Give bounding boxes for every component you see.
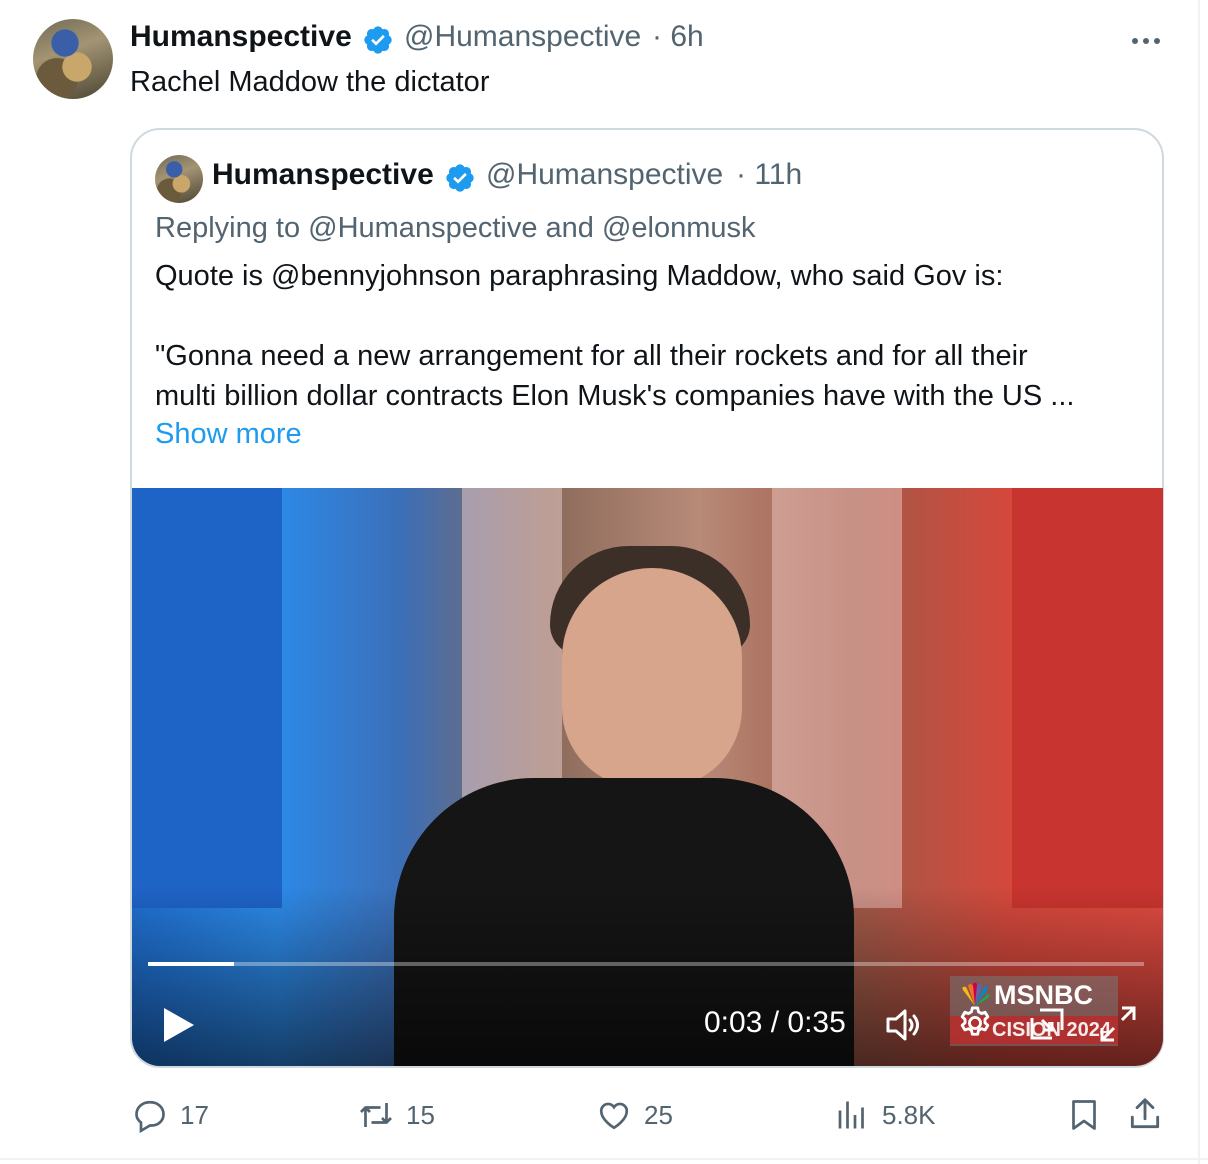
views-button[interactable]: 5.8K xyxy=(834,1095,936,1135)
show-more-link[interactable]: Show more xyxy=(155,418,302,451)
divider-bottom xyxy=(0,1158,1208,1160)
video-player[interactable]: MSNBC CISION 2024 0:03 / 0:35 xyxy=(132,488,1163,1066)
backdrop-panel xyxy=(1012,488,1163,908)
quoted-text-line-2: "Gonna need a new arrangement for all th… xyxy=(155,340,1028,372)
repost-count: 15 xyxy=(406,1099,435,1130)
tweet-text: Rachel Maddow the dictator xyxy=(130,66,490,98)
tweet-timestamp[interactable]: · 6h xyxy=(652,20,704,54)
video-progress-track[interactable] xyxy=(148,962,1144,966)
author-avatar[interactable] xyxy=(33,19,113,99)
heart-icon xyxy=(599,1102,629,1130)
reply-count: 17 xyxy=(180,1099,209,1130)
quoted-author-handle: @Humanspective xyxy=(486,158,724,191)
repost-button[interactable]: 15 xyxy=(358,1095,435,1135)
quoted-timestamp: · 11h xyxy=(736,158,803,191)
replying-to-line: Replying to @Humanspective and @elonmusk xyxy=(155,212,756,244)
views-count: 5.8K xyxy=(882,1099,936,1130)
author-handle[interactable]: @Humanspective xyxy=(404,20,641,54)
quoted-author-name: Humanspective xyxy=(212,158,434,191)
bookmark-icon[interactable] xyxy=(1066,1096,1102,1134)
repost-icon xyxy=(360,1103,392,1127)
like-count: 25 xyxy=(644,1099,673,1130)
fullscreen-expand-icon[interactable] xyxy=(1098,1004,1138,1044)
settings-gear-icon[interactable] xyxy=(956,1004,994,1042)
volume-icon[interactable] xyxy=(884,1006,924,1044)
share-icon[interactable] xyxy=(1126,1094,1164,1134)
reply-icon xyxy=(135,1100,165,1133)
picture-in-picture-icon[interactable] xyxy=(1028,1006,1066,1042)
quoted-author-avatar xyxy=(155,155,203,203)
more-options-icon[interactable] xyxy=(1128,30,1164,52)
play-icon[interactable] xyxy=(162,1006,196,1044)
video-time-display: 0:03 / 0:35 xyxy=(704,1006,846,1039)
backdrop-panel xyxy=(132,488,282,908)
quoted-text-line-3: multi billion dollar contracts Elon Musk… xyxy=(155,380,1075,412)
reply-button[interactable]: 17 xyxy=(132,1095,209,1135)
quoted-text-line-1: Quote is @bennyjohnson paraphrasing Madd… xyxy=(155,260,1004,292)
anchor-face xyxy=(562,568,742,788)
quoted-verified-badge-icon xyxy=(446,164,474,192)
author-name[interactable]: Humanspective xyxy=(130,20,352,54)
like-button[interactable]: 25 xyxy=(596,1095,673,1135)
divider-right xyxy=(1198,0,1200,1164)
video-progress-fill xyxy=(148,962,234,966)
verified-badge-icon xyxy=(364,26,392,54)
views-chart-icon xyxy=(838,1101,864,1129)
